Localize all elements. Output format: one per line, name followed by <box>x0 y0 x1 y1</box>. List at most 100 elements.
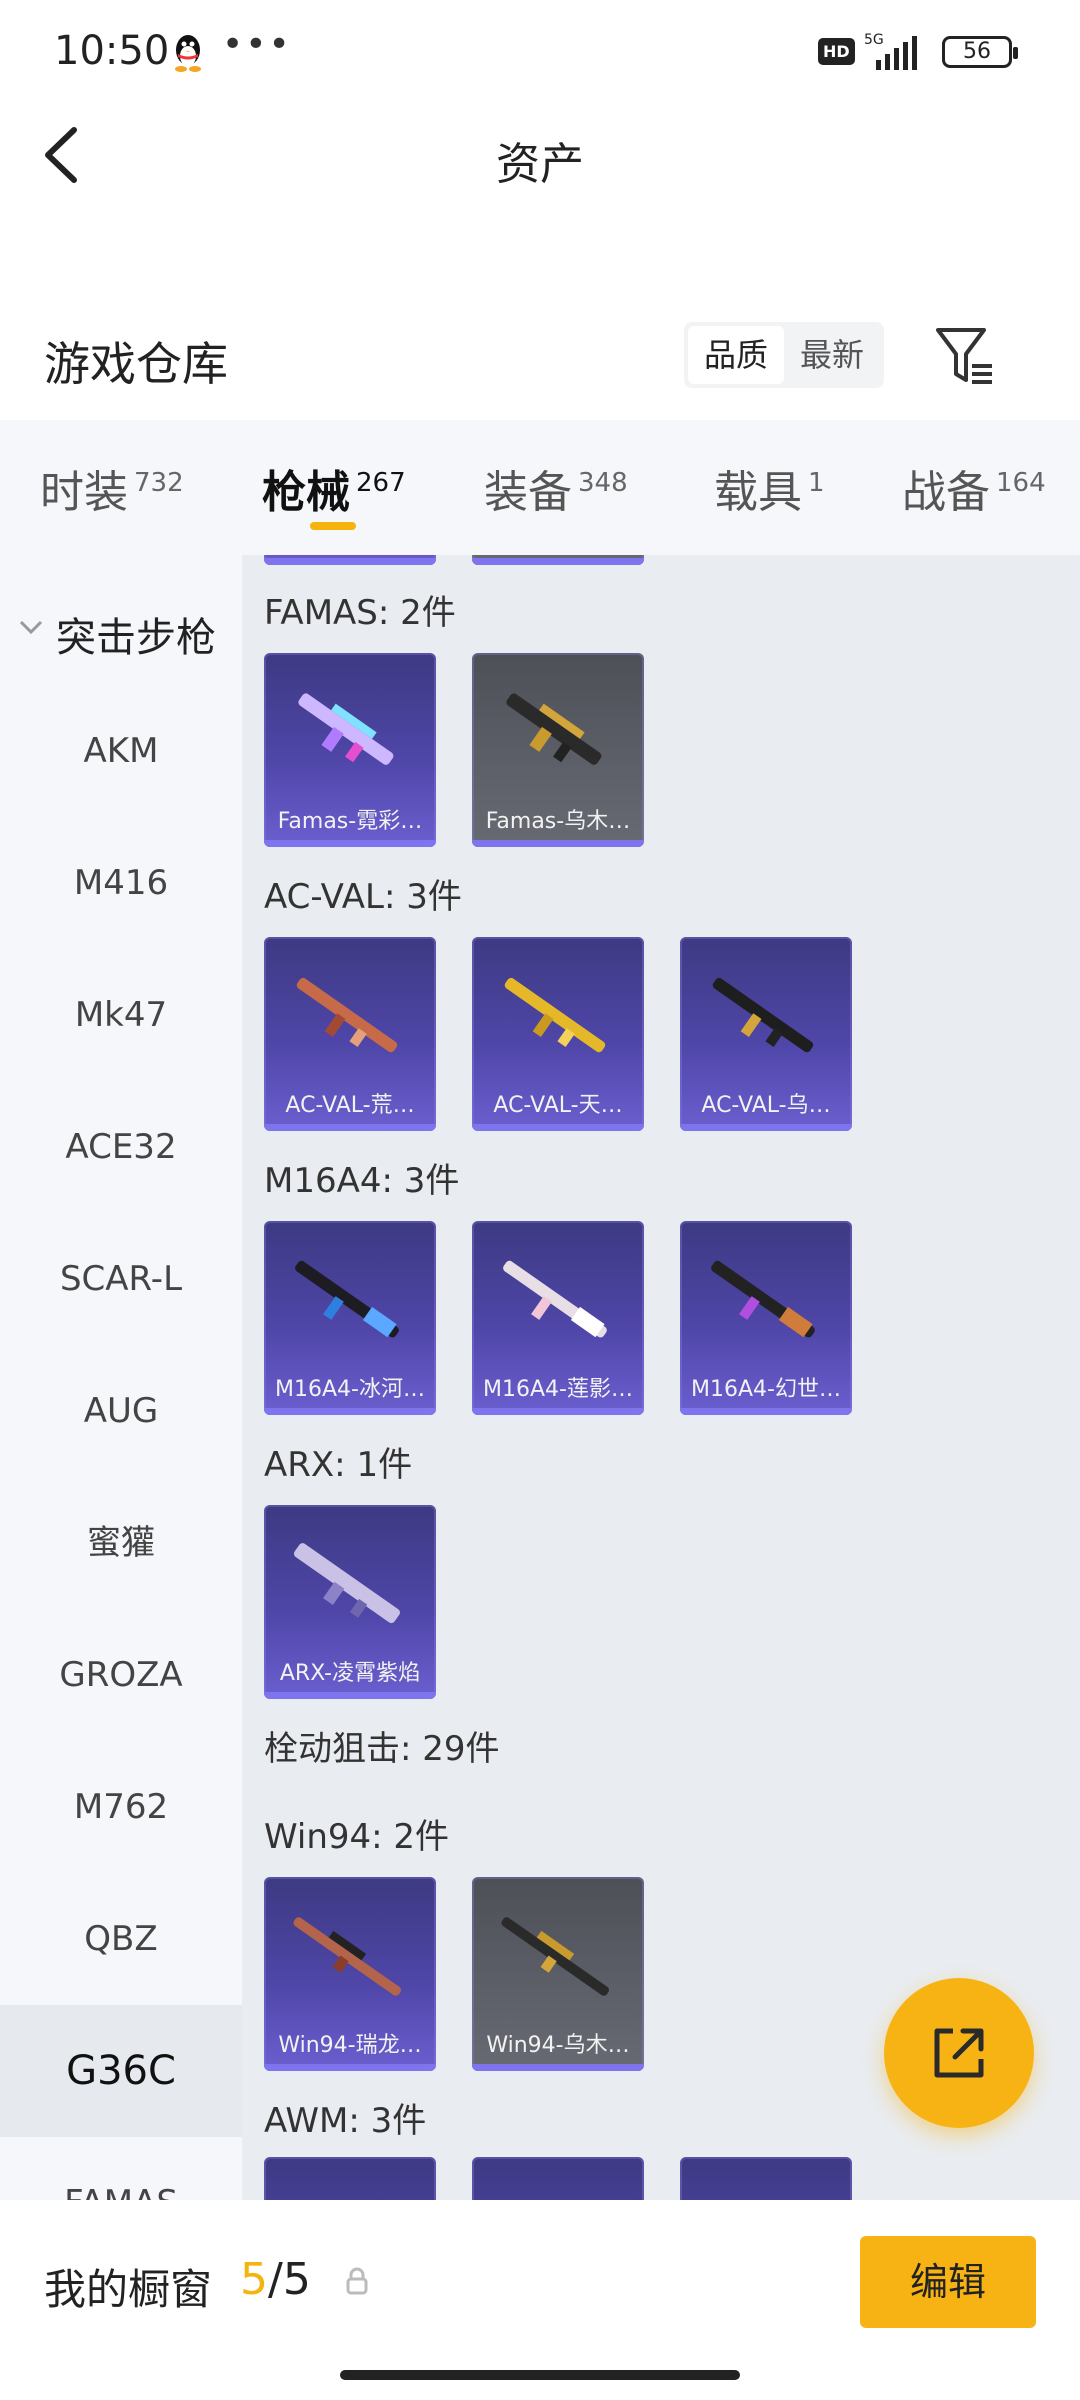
weapon-card[interactable]: M16A4-莲影… <box>472 1221 644 1415</box>
sidebar-item-akm[interactable]: AKM <box>0 685 242 817</box>
weapon-list: FAMAS: 2件 Famas-霓彩… Famas-乌木… AC-VAL: 3件… <box>242 555 1080 2200</box>
card-rarity-bar <box>264 558 436 565</box>
tab-gear[interactable]: 战备 164 <box>902 456 1046 520</box>
showcase-count: 5/5 <box>240 2254 311 2305</box>
group-label: ARX: 1件 <box>264 1445 413 1485</box>
svg-text:5G: 5G <box>864 32 884 48</box>
top-nav: 资产 <box>0 100 1080 210</box>
sidebar-item-honey-badger[interactable]: 蜜獾 <box>0 1477 242 1609</box>
weapon-card[interactable]: ARX-凌霄紫焰 <box>264 1505 436 1699</box>
showcase-total: 5 <box>282 2254 311 2305</box>
card-rarity-bar <box>264 840 436 847</box>
tab-label: 战备 <box>902 467 990 518</box>
group-label: FAMAS: 2件 <box>264 593 456 633</box>
card-label: AC-VAL-乌… <box>701 1093 831 1118</box>
weapon-card[interactable]: Win94-瑞龙… <box>264 1877 436 2071</box>
group-label: M16A4: 3件 <box>264 1161 460 1201</box>
card-label: ARX-凌霄紫焰 <box>279 1661 421 1686</box>
weapon-card[interactable] <box>264 555 436 565</box>
card-rarity-bar <box>472 1124 644 1131</box>
battery-icon: 56 <box>942 36 1018 68</box>
weapon-card[interactable]: AC-VAL-天… <box>472 937 644 1131</box>
group-label: Win94: 2件 <box>264 1817 450 1857</box>
weapon-card[interactable]: M16A4-冰河… <box>264 1221 436 1415</box>
warehouse-title: 游戏仓库 <box>44 337 228 391</box>
card-rarity-bar <box>472 558 644 565</box>
rifle-icon <box>503 1260 607 1338</box>
sidebar-item-famas[interactable]: FAMAS <box>0 2137 242 2200</box>
card-label: Win94-瑞龙… <box>278 2033 422 2058</box>
share-icon <box>934 2028 984 2078</box>
weapon-card[interactable]: AC-VAL-荒… <box>264 937 436 1131</box>
showcase-separator: / <box>268 2254 283 2305</box>
sidebar-item-groza[interactable]: GROZA <box>0 1609 242 1741</box>
weapon-card[interactable]: Famas-霓彩… <box>264 653 436 847</box>
sidebar-item-qbz[interactable]: QBZ <box>0 1873 242 2005</box>
lock-icon <box>346 2267 368 2295</box>
card-label: Famas-霓彩… <box>277 809 423 834</box>
rifle-icon <box>298 693 394 765</box>
sidebar-item-g36c[interactable]: G36C <box>0 2005 242 2137</box>
sidebar-item-scar-l[interactable]: SCAR-L <box>0 1213 242 1345</box>
weapon-card[interactable]: AC-VAL-乌… <box>680 937 852 1131</box>
page-title: 资产 <box>496 139 584 190</box>
sidebar-item-aug[interactable]: AUG <box>0 1345 242 1477</box>
sidebar-item-m416[interactable]: M416 <box>0 817 242 949</box>
card-label: AC-VAL-荒… <box>285 1093 415 1118</box>
tab-label: 载具 <box>714 467 802 518</box>
weapon-card[interactable] <box>680 2157 852 2200</box>
category-tabs: 时装 732 枪械 267 装备 348 载具 1 战备 164 <box>0 420 1080 555</box>
weapon-card[interactable]: M16A4-幻世… <box>680 1221 852 1415</box>
rifle-icon <box>293 1917 401 1996</box>
rifle-icon <box>295 1260 399 1338</box>
card-rarity-bar <box>264 2064 436 2071</box>
card-rarity-bar <box>472 2064 644 2071</box>
edit-button[interactable]: 编辑 <box>860 2236 1036 2328</box>
tab-count: 267 <box>356 468 406 498</box>
card-rarity-bar <box>680 1408 852 1415</box>
tab-fashion[interactable]: 时装 732 <box>40 456 184 520</box>
sidebar-category-label: 突击步枪 <box>56 615 216 661</box>
rifle-icon <box>296 977 398 1053</box>
tab-equipment[interactable]: 装备 348 <box>484 456 628 520</box>
sidebar-item-ace32[interactable]: ACE32 <box>0 1081 242 1213</box>
tab-vehicles[interactable]: 载具 1 <box>714 456 825 520</box>
share-button[interactable] <box>884 1978 1034 2128</box>
active-tab-indicator <box>310 522 356 530</box>
rifle-icon <box>293 1543 400 1624</box>
tab-count: 164 <box>996 468 1046 498</box>
more-status-icon: ••• <box>222 24 292 65</box>
rifle-icon <box>504 977 606 1053</box>
card-label: Win94-乌木… <box>486 2033 630 2058</box>
card-label: M16A4-莲影… <box>483 1377 633 1402</box>
tab-firearms[interactable]: 枪械 267 <box>262 456 406 520</box>
sort-quality-button[interactable]: 品质 <box>688 326 784 384</box>
status-bar: 10:50 ••• HD 5G 56 <box>0 0 1080 100</box>
rifle-icon <box>711 1260 815 1338</box>
weapon-card[interactable]: Win94-乌木… <box>472 1877 644 2071</box>
group-label: AWM: 3件 <box>264 2101 427 2141</box>
status-time: 10:50 <box>54 28 170 74</box>
sidebar-item-m762[interactable]: M762 <box>0 1741 242 1873</box>
sort-newest-button[interactable]: 最新 <box>784 326 880 384</box>
qq-penguin-icon <box>175 35 201 72</box>
card-rarity-bar <box>264 1692 436 1699</box>
weapon-card[interactable]: Famas-乌木… <box>472 653 644 847</box>
group-label: AC-VAL: 3件 <box>264 877 462 917</box>
weapon-card[interactable] <box>264 2157 436 2200</box>
chevron-down-icon <box>19 620 43 635</box>
weapon-sidebar: 突击步枪 AKM M416 Mk47 ACE32 SCAR-L AUG 蜜獾 G… <box>0 555 242 2200</box>
sidebar-category-assault-rifles[interactable]: 突击步枪 <box>0 595 242 665</box>
card-label: AC-VAL-天… <box>493 1093 623 1118</box>
rifle-icon <box>506 693 602 765</box>
signal-5g-icon: 5G <box>864 32 917 70</box>
warehouse-header: 游戏仓库 品质 最新 <box>0 300 1080 420</box>
tab-count: 1 <box>808 468 825 498</box>
filter-icon[interactable] <box>932 322 996 390</box>
sidebar-item-mk47[interactable]: Mk47 <box>0 949 242 1081</box>
weapon-card[interactable] <box>472 2157 644 2200</box>
card-rarity-bar <box>264 1124 436 1131</box>
card-label: M16A4-幻世… <box>691 1377 841 1402</box>
weapon-card[interactable] <box>472 555 644 565</box>
tab-count: 732 <box>134 468 184 498</box>
